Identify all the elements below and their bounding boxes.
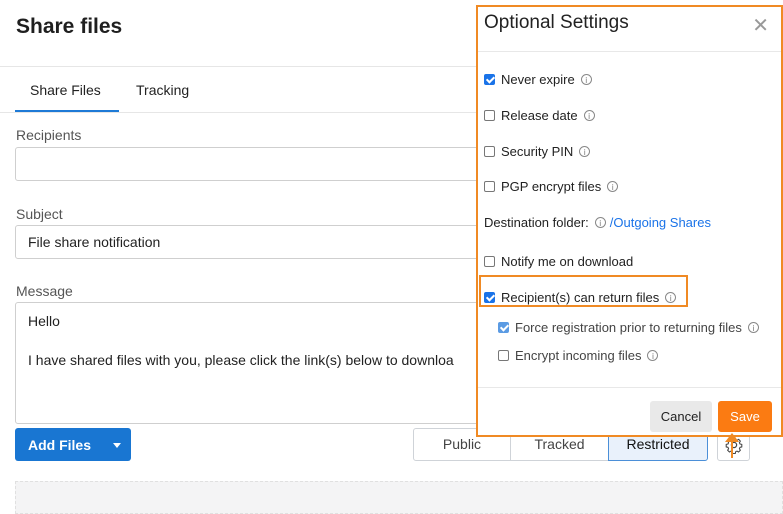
release-date-label: Release date xyxy=(501,108,578,123)
message-line-1: Hello xyxy=(28,313,60,329)
notify-download-checkbox[interactable] xyxy=(484,256,495,267)
pgp-encrypt-checkbox[interactable] xyxy=(484,181,495,192)
drop-zone xyxy=(15,481,783,514)
option-pgp-encrypt[interactable]: PGP encrypt files i xyxy=(484,179,619,194)
cancel-button[interactable]: Cancel xyxy=(650,401,712,432)
security-pin-label: Security PIN xyxy=(501,144,574,159)
security-pin-checkbox[interactable] xyxy=(484,146,495,157)
option-encrypt-incoming[interactable]: Encrypt incoming files i xyxy=(498,348,659,363)
chevron-down-icon[interactable] xyxy=(113,443,121,448)
message-label: Message xyxy=(16,283,73,299)
info-icon[interactable]: i xyxy=(665,292,677,303)
optional-settings-panel: Optional Settings ✕ Never expire i Relea… xyxy=(476,5,783,437)
option-notify-download[interactable]: Notify me on download xyxy=(484,254,633,269)
recipients-label: Recipients xyxy=(16,127,82,143)
info-icon[interactable]: i xyxy=(583,110,595,121)
panel-footer-divider xyxy=(478,387,781,388)
message-line-2: I have shared files with you, please cli… xyxy=(28,352,454,368)
encrypt-incoming-label: Encrypt incoming files xyxy=(515,348,642,363)
subject-input[interactable]: File share notification xyxy=(15,225,487,259)
release-date-checkbox[interactable] xyxy=(484,110,495,121)
option-security-pin[interactable]: Security PIN i xyxy=(484,144,591,159)
panel-header-divider xyxy=(478,51,781,52)
subject-label: Subject xyxy=(16,206,63,222)
info-icon[interactable]: i xyxy=(594,217,606,228)
info-icon[interactable]: i xyxy=(607,181,619,192)
force-registration-checkbox[interactable] xyxy=(498,322,509,333)
recipients-return-checkbox[interactable] xyxy=(484,292,495,303)
info-icon[interactable]: i xyxy=(579,146,591,157)
info-icon[interactable]: i xyxy=(580,74,592,85)
encrypt-incoming-checkbox[interactable] xyxy=(498,350,509,361)
option-recipients-return[interactable]: Recipient(s) can return files i xyxy=(484,290,677,305)
destination-folder-label: Destination folder: xyxy=(484,215,589,230)
destination-folder-row: Destination folder: i /Outgoing Shares xyxy=(484,215,711,230)
never-expire-checkbox[interactable] xyxy=(484,74,495,85)
info-icon[interactable]: i xyxy=(647,350,659,361)
info-icon[interactable]: i xyxy=(747,322,759,333)
save-button[interactable]: Save xyxy=(718,401,772,432)
option-never-expire[interactable]: Never expire i xyxy=(484,72,592,87)
add-files-button[interactable]: Add Files xyxy=(15,428,131,461)
subject-value: File share notification xyxy=(28,234,161,250)
tab-share-files[interactable]: Share Files xyxy=(30,82,101,98)
destination-folder-link[interactable]: /Outgoing Shares xyxy=(610,215,711,230)
option-force-registration[interactable]: Force registration prior to returning fi… xyxy=(498,320,759,335)
arrow-shaft xyxy=(731,437,733,458)
never-expire-label: Never expire xyxy=(501,72,575,87)
page-title: Share files xyxy=(16,15,123,38)
option-release-date[interactable]: Release date i xyxy=(484,108,595,123)
force-registration-label: Force registration prior to returning fi… xyxy=(515,320,742,335)
notify-download-label: Notify me on download xyxy=(501,254,634,269)
recipients-input[interactable] xyxy=(15,147,487,181)
recipients-return-label: Recipient(s) can return files xyxy=(501,290,660,305)
close-icon[interactable]: ✕ xyxy=(752,13,769,38)
message-textarea[interactable]: Hello I have shared files with you, plea… xyxy=(15,302,487,424)
tab-tracking[interactable]: Tracking xyxy=(136,82,189,98)
pgp-encrypt-label: PGP encrypt files xyxy=(501,179,602,194)
panel-title: Optional Settings xyxy=(484,12,629,33)
add-files-label: Add Files xyxy=(28,437,92,453)
